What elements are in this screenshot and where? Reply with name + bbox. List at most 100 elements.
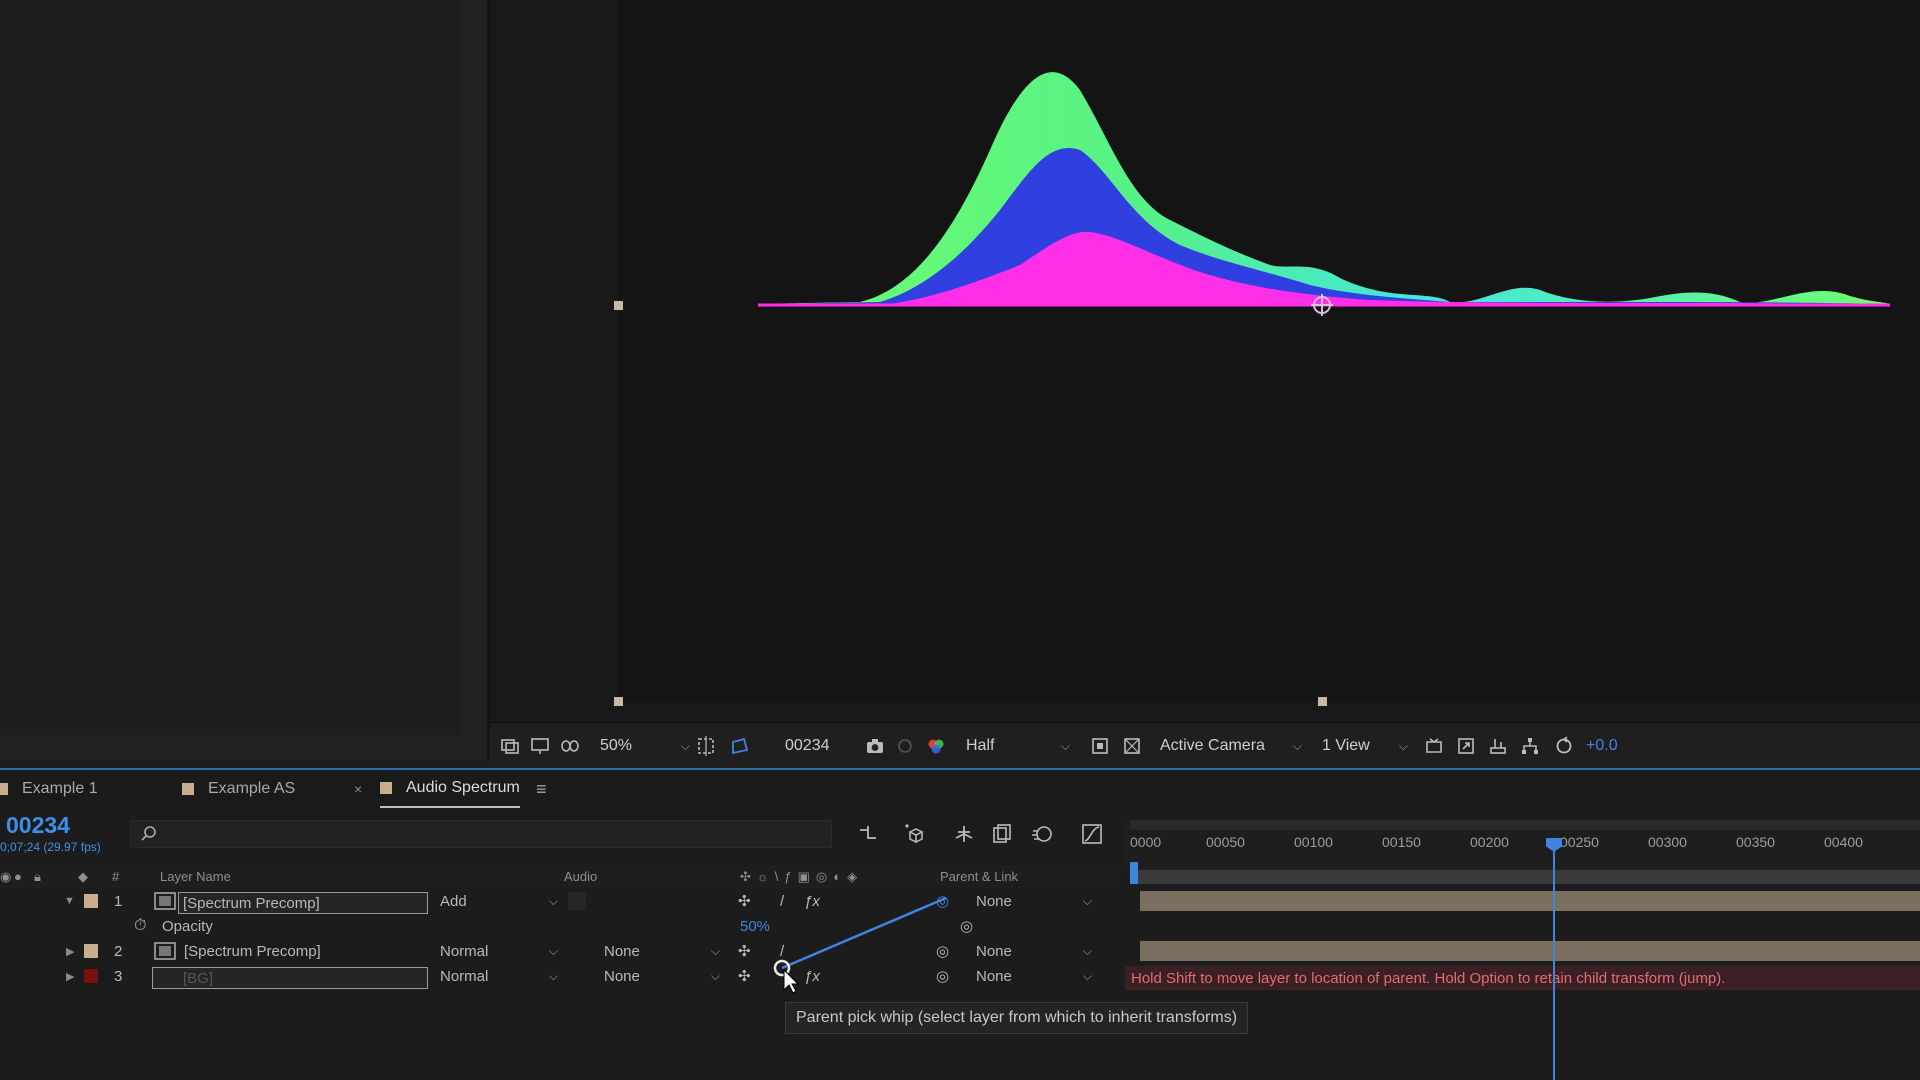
always-preview-icon[interactable] xyxy=(500,723,520,769)
layer-name-field[interactable]: [BG] xyxy=(152,967,428,989)
ruler-tick: 00050 xyxy=(1206,834,1245,850)
label-color-swatch[interactable] xyxy=(84,894,98,908)
opacity-value[interactable]: 50% xyxy=(740,914,770,938)
track-matte-dropdown[interactable]: None ⌵ xyxy=(604,964,720,988)
show-snapshot-icon[interactable] xyxy=(895,723,915,769)
current-frame[interactable]: 00234 xyxy=(785,723,830,769)
layer-name-text[interactable]: [Spectrum Precomp] xyxy=(184,939,321,963)
blend-mode-dropdown[interactable]: Add ⌵ xyxy=(440,889,558,913)
hierarchy-icon[interactable] xyxy=(1520,723,1540,769)
chevron-down-icon: ⌵ xyxy=(548,943,558,958)
region-of-interest-icon[interactable] xyxy=(696,723,716,769)
ruler-tick: 00350 xyxy=(1736,834,1775,850)
chevron-down-icon: ⌵ xyxy=(548,968,558,983)
stopwatch-icon[interactable]: ⏱︎ xyxy=(134,914,146,938)
expand-triangle-icon[interactable]: ▶ xyxy=(66,964,74,988)
shy-layers-icon[interactable] xyxy=(952,822,976,846)
toggle-pixel-aspect-icon[interactable] xyxy=(1424,723,1444,769)
switches-header-icons[interactable]: ✣☼\ƒ▣◎◐◈ xyxy=(740,869,863,885)
composition-tabbar: Example 1 Example AS × Audio Spectrum ≡ xyxy=(0,770,1920,808)
draft-3d-icon[interactable] xyxy=(902,822,926,846)
motion-blur-icon[interactable] xyxy=(1030,822,1054,846)
tab-example-as[interactable]: Example AS xyxy=(182,770,295,808)
track-matte-value: None xyxy=(604,942,640,960)
ruler-tick: 00250 xyxy=(1560,834,1599,850)
view-layout-value: 1 View xyxy=(1322,737,1370,754)
parent-link-header[interactable]: Parent & Link xyxy=(940,869,1018,884)
chevron-down-icon: ⌵ xyxy=(1398,738,1408,753)
layer-number-header[interactable]: # xyxy=(112,869,119,884)
work-area-bar[interactable] xyxy=(1130,870,1920,884)
eye-icon[interactable]: ◉ xyxy=(0,869,11,885)
channels-icon[interactable] xyxy=(926,723,946,769)
resolution-dropdown[interactable]: Half ⌵ xyxy=(966,723,1070,769)
layer-1-duration-bar[interactable] xyxy=(1140,891,1920,911)
pick-whip-line xyxy=(773,896,947,994)
current-frame-value: 00234 xyxy=(785,737,830,754)
tab-audio-spectrum[interactable]: Audio Spectrum xyxy=(380,770,520,808)
property-name: Opacity xyxy=(162,917,213,935)
tab-label: Example 1 xyxy=(22,780,98,797)
current-timecode[interactable]: 00234 xyxy=(6,812,70,839)
shy-switch-icon[interactable]: ✣ xyxy=(738,964,751,988)
layer-2-duration-bar[interactable] xyxy=(1140,941,1920,961)
tab-example-1[interactable]: Example 1 xyxy=(0,770,98,808)
composition-mini-flowchart-icon[interactable] xyxy=(856,822,880,846)
label-tag-icon[interactable]: ◆ xyxy=(78,869,88,885)
viewer-toolbar: 50% ⌵ 00234 Half ⌵ Active Camera ⌵ 1 View ⌵ xyxy=(490,722,1920,769)
tab-label: Audio Spectrum xyxy=(406,779,520,796)
reset-exposure-icon[interactable] xyxy=(1554,723,1574,769)
shy-switch-icon[interactable]: ✣ xyxy=(738,889,751,913)
blend-mode-value: Normal xyxy=(440,967,489,985)
frame-handle-bottom-left[interactable] xyxy=(614,697,623,706)
audio-header[interactable]: Audio xyxy=(564,869,597,884)
toggle-transparency-icon[interactable] xyxy=(1122,723,1142,769)
label-color-swatch[interactable] xyxy=(84,944,98,958)
playhead-line[interactable] xyxy=(1553,840,1555,1080)
blend-mode-value: Normal xyxy=(440,942,489,960)
monitor-icon[interactable] xyxy=(530,723,550,769)
search-icon xyxy=(141,826,156,841)
frame-handle-left[interactable] xyxy=(614,301,623,310)
time-navigator[interactable] xyxy=(1130,820,1920,830)
chevron-down-icon: ⌵ xyxy=(1060,738,1070,753)
3d-draft-icon[interactable] xyxy=(1456,723,1476,769)
view-layout-dropdown[interactable]: 1 View ⌵ xyxy=(1322,723,1408,769)
exposure-value[interactable]: +0.0 xyxy=(1586,723,1618,769)
layer-number: 2 xyxy=(114,942,123,960)
blend-mode-dropdown[interactable]: Normal ⌵ xyxy=(440,964,558,988)
track-matte-dropdown[interactable]: None ⌵ xyxy=(604,939,720,963)
track-matte-slot[interactable] xyxy=(568,892,586,910)
tab-label: Example AS xyxy=(208,780,296,797)
flowchart-icon[interactable] xyxy=(1488,723,1508,769)
camera-snapshot-icon[interactable] xyxy=(865,723,885,769)
fast-previews-icon[interactable] xyxy=(1090,723,1110,769)
frame-blending-icon[interactable] xyxy=(990,822,1014,846)
collapse-triangle-icon[interactable]: ▼ xyxy=(64,889,75,913)
camera-dropdown[interactable]: Active Camera ⌵ xyxy=(1160,723,1302,769)
ruler-tick: 00400 xyxy=(1824,834,1863,850)
label-color-swatch[interactable] xyxy=(84,969,98,983)
parent-dropdown[interactable]: None ⌵ xyxy=(976,939,1092,963)
layer-search-input[interactable] xyxy=(130,820,832,848)
layer-name-header[interactable]: Layer Name xyxy=(160,869,231,884)
parent-dropdown[interactable]: None ⌵ xyxy=(976,889,1092,913)
graph-editor-icon[interactable] xyxy=(1080,822,1104,846)
parent-dropdown[interactable]: None ⌵ xyxy=(976,964,1092,988)
vr-mask-icon[interactable] xyxy=(560,723,580,769)
shy-switch-icon[interactable]: ✣ xyxy=(738,939,751,963)
solo-icon[interactable]: ● xyxy=(14,869,22,884)
parent-value: None xyxy=(976,967,1012,985)
transparency-grid-icon[interactable] xyxy=(730,723,750,769)
property-pick-whip-icon[interactable]: ◎ xyxy=(960,914,973,938)
zoom-dropdown[interactable]: 50% ⌵ xyxy=(600,723,690,769)
lock-icon[interactable]: 🔒︎ xyxy=(34,869,41,885)
project-panel xyxy=(0,0,490,760)
close-tab-icon[interactable]: × xyxy=(354,770,362,808)
panel-menu-icon[interactable]: ≡ xyxy=(536,770,547,808)
work-area-start-handle[interactable] xyxy=(1130,862,1138,884)
expand-triangle-icon[interactable]: ▶ xyxy=(66,939,74,963)
frame-handle-bottom[interactable] xyxy=(1318,697,1327,706)
layer-name-field[interactable]: [Spectrum Precomp] xyxy=(178,892,428,914)
blend-mode-dropdown[interactable]: Normal ⌵ xyxy=(440,939,558,963)
